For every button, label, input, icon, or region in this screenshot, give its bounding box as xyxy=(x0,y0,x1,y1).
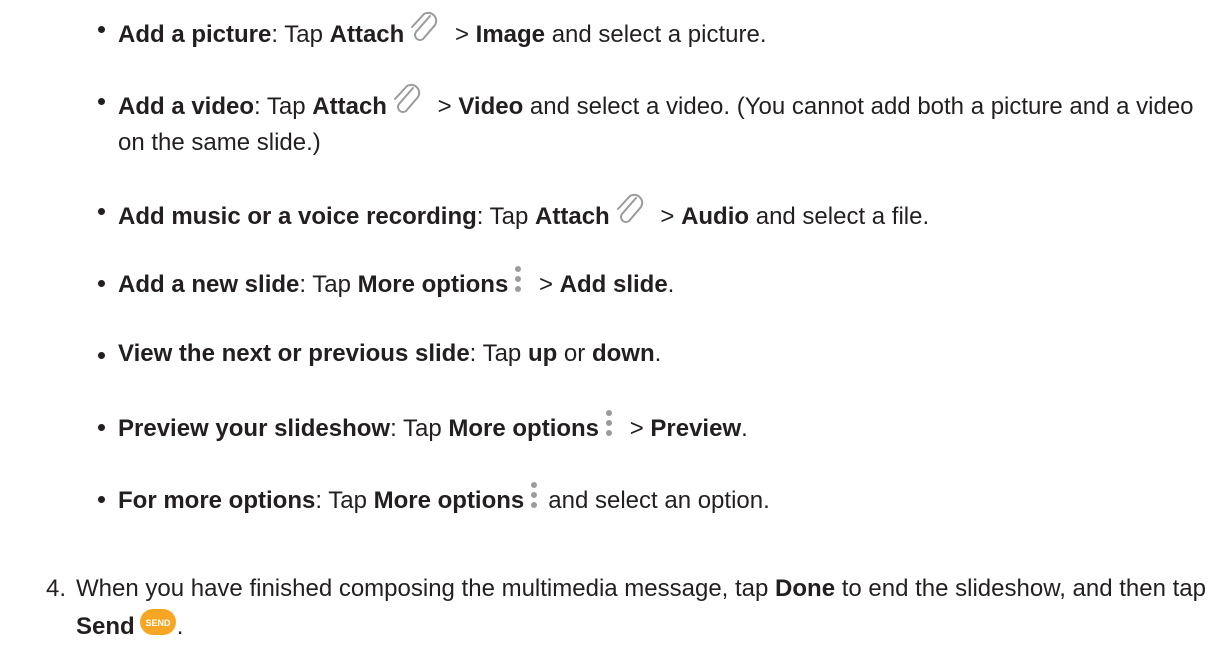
svg-text:SEND: SEND xyxy=(145,618,171,628)
bullet-text: View the next or previous slide: Tap up … xyxy=(118,340,662,367)
bullet-dot xyxy=(98,208,105,215)
send-icon: SEND xyxy=(139,609,176,635)
more-options-icon xyxy=(606,410,613,436)
done-label: Done xyxy=(775,575,836,602)
bullet-term: View the next or previous slide xyxy=(118,340,470,367)
bullet-dot xyxy=(98,352,105,359)
bullet-term: Add music or a voice recording xyxy=(118,203,477,230)
bullet-term: For more options xyxy=(118,487,316,514)
bullet-term: Add a picture xyxy=(118,21,272,48)
more-options-icon xyxy=(515,266,522,292)
send-label: Send xyxy=(76,613,135,640)
step-number: 4. xyxy=(46,575,67,602)
paperclip-icon xyxy=(616,193,643,223)
bullet-dot xyxy=(98,98,105,105)
bullet-term: Preview your slideshow xyxy=(118,415,391,442)
step-text: When you have finished composing the mul… xyxy=(76,575,1206,640)
bullet-term: Add a new slide xyxy=(118,271,300,298)
bullet-dot xyxy=(98,424,105,431)
paperclip-icon xyxy=(411,11,438,41)
bullet-dot xyxy=(98,496,105,503)
bullet-dot xyxy=(98,26,105,33)
bullet-text: Add a picture: Tap Attach > Image and se… xyxy=(118,10,1208,53)
bullet-text: Add music or a voice recording: Tap Atta… xyxy=(118,192,1208,235)
bullet-dot xyxy=(98,280,105,287)
bullet-term: Add a video xyxy=(118,93,255,120)
bullet-text: Add a video: Tap Attach > Video and sele… xyxy=(118,82,1208,161)
bullet-text: For more options: Tap More options and se… xyxy=(118,480,1208,519)
paperclip-icon xyxy=(393,83,421,113)
more-options-icon xyxy=(531,482,538,508)
bullet-text: Add a new slide: Tap More options > Add … xyxy=(118,264,1208,303)
bullet-text: Preview your slideshow: Tap More options… xyxy=(118,408,1208,447)
